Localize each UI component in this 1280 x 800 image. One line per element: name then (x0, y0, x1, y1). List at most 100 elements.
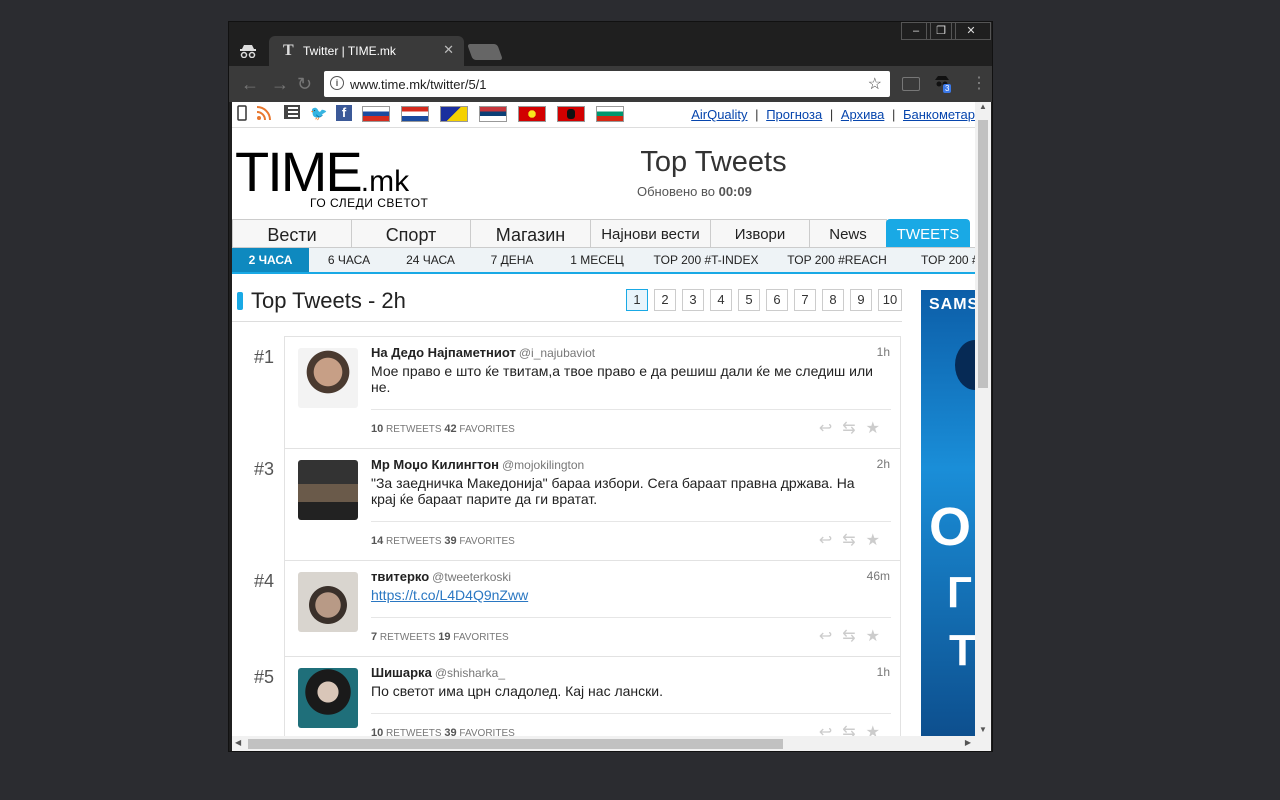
reply-icon[interactable]: ↩ (819, 420, 842, 437)
tweet-stats: 7 RETWEETS 19 FAVORITES (371, 631, 509, 643)
subnav-tindex[interactable]: TOP 200 #T-INDEX (642, 248, 770, 272)
page-8[interactable]: 8 (822, 289, 844, 311)
flag-serbia-icon[interactable] (479, 106, 507, 122)
retweets-label: RETWEETS (379, 632, 436, 643)
new-tab-button[interactable] (467, 44, 503, 60)
flag-macedonia-icon[interactable] (518, 106, 546, 122)
horizontal-scroll-thumb[interactable] (248, 739, 783, 749)
author-handle[interactable]: @i_najubaviot (519, 346, 595, 360)
nav-sport[interactable]: Спорт (351, 219, 471, 247)
airquality-link[interactable]: AirQuality (691, 107, 747, 122)
nav-vesti[interactable]: Вести (232, 219, 352, 247)
page-9[interactable]: 9 (850, 289, 872, 311)
avatar[interactable] (298, 348, 358, 408)
facebook-icon[interactable]: f (336, 105, 352, 121)
tweet-time[interactable]: 46m (867, 569, 890, 583)
reply-icon[interactable]: ↩ (819, 532, 842, 549)
site-info-icon[interactable]: i (330, 76, 344, 90)
twitter-icon[interactable]: 🐦 (310, 105, 327, 121)
tweet-time[interactable]: 2h (877, 457, 890, 471)
close-window-button[interactable]: ✕ (951, 22, 991, 40)
subnav-24h[interactable]: 24 ЧАСА (389, 248, 472, 272)
tweet-link[interactable]: https://t.co/L4D4Q9nZww (371, 587, 528, 603)
reload-icon[interactable]: ↻ (297, 74, 312, 95)
rss-icon[interactable] (256, 105, 272, 121)
flag-slovenia-icon[interactable] (362, 106, 390, 122)
nav-najnovi[interactable]: Најнови вести (590, 219, 711, 247)
atm-link[interactable]: Банкометар (903, 107, 975, 122)
retweet-icon[interactable]: ⇆ (842, 532, 865, 549)
mobile-icon[interactable] (234, 105, 250, 121)
tab-close-icon[interactable]: ✕ (443, 42, 454, 58)
vertical-scrollbar[interactable]: ▲ ▼ (975, 102, 991, 736)
subnav-1m[interactable]: 1 МЕСЕЦ (552, 248, 642, 272)
nav-izvori[interactable]: Извори (710, 219, 810, 247)
page-4[interactable]: 4 (710, 289, 732, 311)
back-icon[interactable]: ← (241, 74, 259, 95)
avatar[interactable] (298, 668, 358, 728)
avatar[interactable] (298, 572, 358, 632)
scroll-left-icon[interactable]: ◀ (235, 738, 241, 747)
tweet-author: Шишарка @shisharka_ (371, 665, 505, 680)
menu-icon[interactable]: ⋮ (971, 73, 987, 93)
retweet-icon[interactable]: ⇆ (842, 420, 865, 437)
forward-icon[interactable]: → (271, 74, 289, 95)
reply-icon[interactable]: ↩ (819, 628, 842, 645)
nav-news[interactable]: News (809, 219, 887, 247)
author-name[interactable]: Шишарка (371, 665, 432, 680)
vertical-scroll-thumb[interactable] (978, 120, 988, 388)
favorite-count: 39 (444, 535, 457, 547)
favorite-icon[interactable]: ★ (866, 724, 890, 736)
nav-tweets[interactable]: TWEETS (886, 219, 970, 247)
logo-slogan: ГО СЛЕДИ СВЕТОТ (310, 196, 429, 210)
avatar[interactable] (298, 460, 358, 520)
flag-bulgaria-icon[interactable] (596, 106, 624, 122)
page-7[interactable]: 7 (794, 289, 816, 311)
favorite-icon[interactable]: ★ (866, 628, 890, 645)
page-6[interactable]: 6 (766, 289, 788, 311)
scroll-up-icon[interactable]: ▲ (979, 102, 987, 111)
link-separator: | (891, 107, 896, 122)
advertisement-banner[interactable]: SAMS O Г Т (921, 290, 975, 736)
author-name[interactable]: Мр Моџо Килингтон (371, 457, 499, 472)
page-3[interactable]: 3 (682, 289, 704, 311)
retweets-label: RETWEETS (386, 728, 442, 736)
page-1[interactable]: 1 (626, 289, 648, 311)
extension-icon[interactable]: 3 (934, 74, 952, 93)
horizontal-scrollbar[interactable]: ◀ ▶ (232, 736, 991, 751)
favorite-icon[interactable]: ★ (866, 532, 890, 549)
list-icon[interactable] (284, 105, 300, 121)
browser-tab[interactable]: T Twitter | TIME.mk ✕ (269, 36, 464, 66)
flag-croatia-icon[interactable] (401, 106, 429, 122)
cast-icon[interactable] (902, 77, 920, 91)
page-5[interactable]: 5 (738, 289, 760, 311)
retweet-icon[interactable]: ⇆ (842, 628, 865, 645)
flag-bosnia-icon[interactable] (440, 106, 468, 122)
flag-albania-icon[interactable] (557, 106, 585, 122)
tweet-time[interactable]: 1h (877, 345, 890, 359)
favorite-icon[interactable]: ★ (866, 420, 890, 437)
page-2[interactable]: 2 (654, 289, 676, 311)
tweet-time[interactable]: 1h (877, 665, 890, 679)
author-handle[interactable]: @tweeterkoski (432, 570, 511, 584)
forecast-link[interactable]: Прогноза (766, 107, 822, 122)
address-bar[interactable]: i www.time.mk/twitter/5/1 ☆ (324, 71, 890, 97)
subnav-6h[interactable]: 6 ЧАСА (309, 248, 389, 272)
author-handle[interactable]: @shisharka_ (435, 666, 505, 680)
subnav-reach[interactable]: TOP 200 #REACH (770, 248, 904, 272)
scroll-down-icon[interactable]: ▼ (979, 725, 987, 734)
page-10[interactable]: 10 (878, 289, 902, 311)
author-name[interactable]: твитерко (371, 569, 429, 584)
nav-magazin[interactable]: Магазин (470, 219, 591, 247)
subnav-2h[interactable]: 2 ЧАСА (232, 248, 309, 272)
author-name[interactable]: На Дедо Најпаметниот (371, 345, 516, 360)
author-handle[interactable]: @mojokilington (502, 458, 584, 472)
bookmark-star-icon[interactable]: ☆ (868, 74, 882, 94)
scroll-right-icon[interactable]: ▶ (965, 738, 971, 747)
tweet-author: Мр Моџо Килингтон @mojokilington (371, 457, 584, 472)
archive-link[interactable]: Архива (841, 107, 885, 122)
subnav-7d[interactable]: 7 ДЕНА (472, 248, 552, 272)
reply-icon[interactable]: ↩ (819, 724, 842, 736)
retweet-icon[interactable]: ⇆ (842, 724, 865, 736)
subnav-f[interactable]: TOP 200 #F (904, 248, 975, 272)
